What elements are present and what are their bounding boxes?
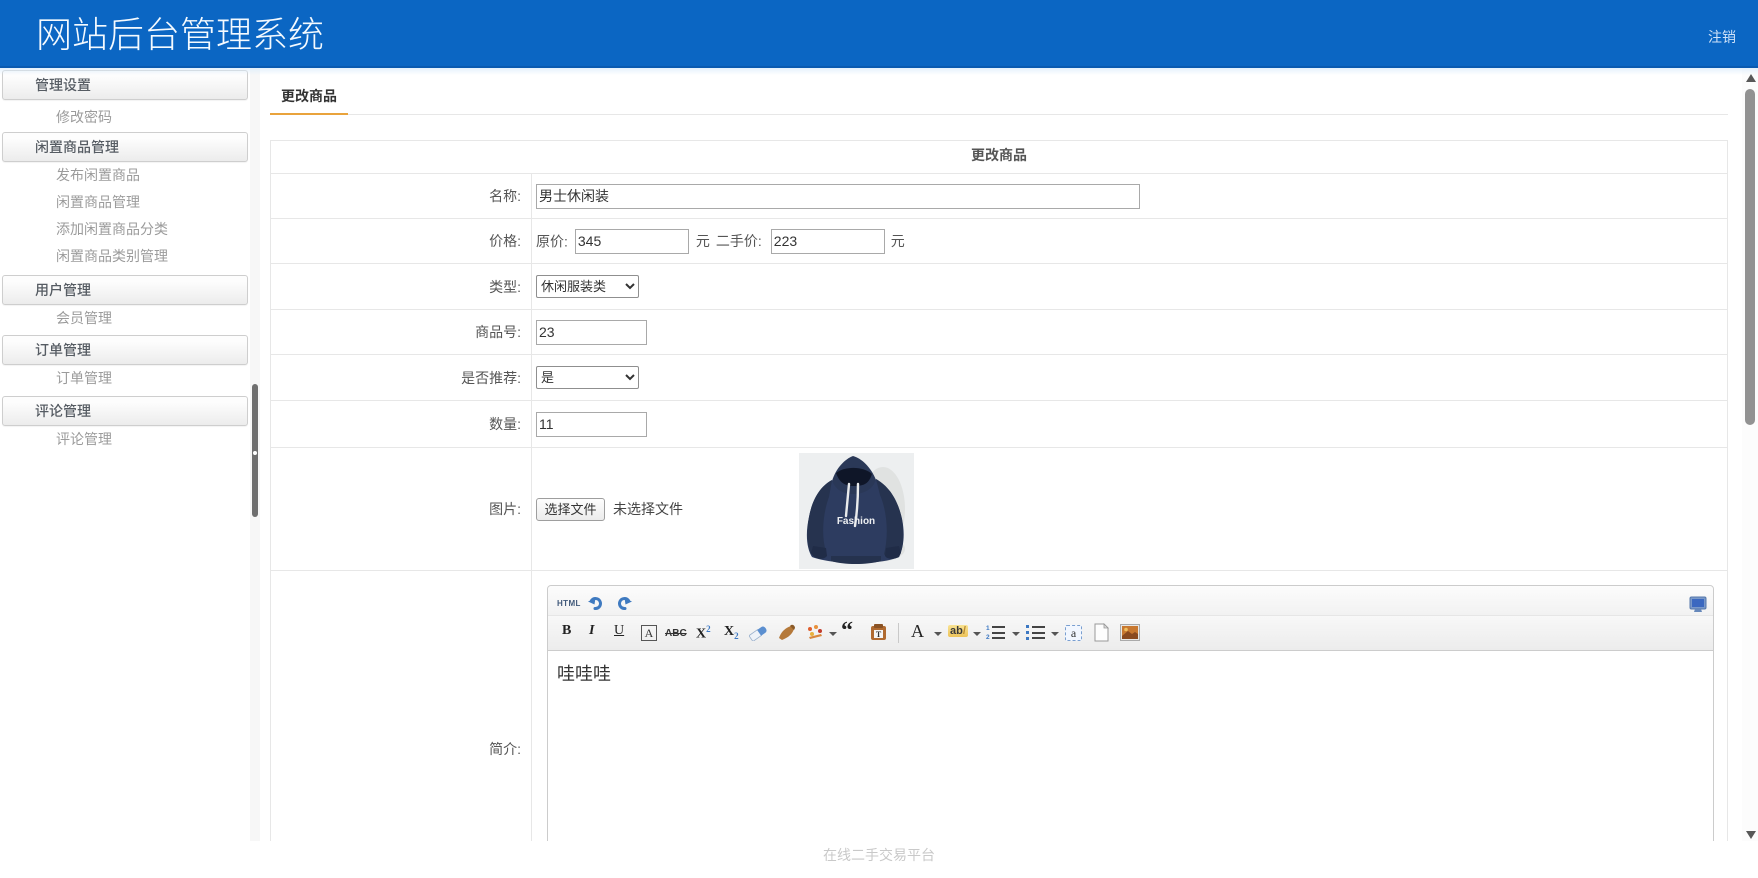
svg-text:1: 1 (986, 625, 990, 632)
svg-text:Fashion: Fashion (836, 516, 874, 527)
svg-text:2: 2 (986, 634, 990, 641)
svg-text:T: T (876, 630, 882, 639)
